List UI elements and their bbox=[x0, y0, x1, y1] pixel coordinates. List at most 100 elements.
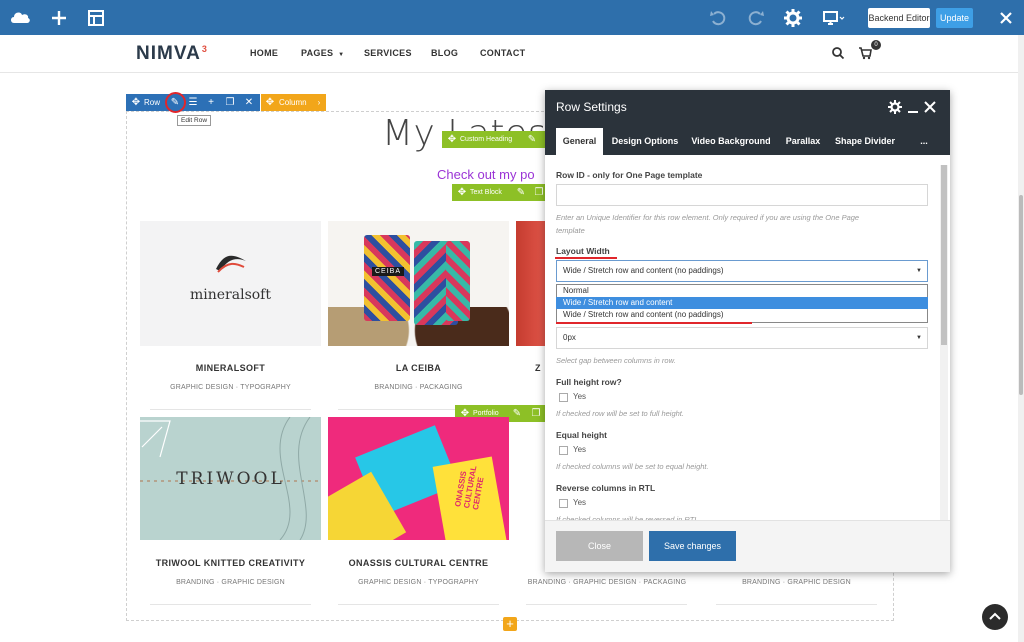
column-label: Column bbox=[279, 98, 307, 107]
custom-heading-label: Custom Heading bbox=[460, 136, 513, 143]
page-scrollbar[interactable] bbox=[1018, 35, 1024, 642]
custom-heading-edit-icon[interactable]: ✎ bbox=[524, 131, 540, 148]
nav-contact[interactable]: CONTACT bbox=[480, 48, 525, 58]
column-controls: ✥ Column › bbox=[261, 94, 326, 111]
modal-scrollbar[interactable] bbox=[940, 165, 948, 520]
row-move-icon[interactable]: ✥ bbox=[128, 94, 144, 111]
triwool-logo-text: TRIWOOL bbox=[176, 469, 285, 489]
add-element-icon[interactable] bbox=[47, 6, 71, 30]
columns-gap-value: 0px bbox=[563, 333, 576, 342]
tab-parallax[interactable]: Parallax bbox=[783, 128, 823, 155]
custom-heading-move-icon[interactable]: ✥ bbox=[444, 131, 460, 148]
portfolio-clone-icon[interactable]: ❐ bbox=[528, 405, 544, 422]
card-divider bbox=[526, 604, 687, 605]
cart-count-badge: 0 bbox=[871, 40, 881, 50]
portfolio-image-mineralsoft[interactable]: mineralsoft bbox=[140, 221, 321, 346]
row-id-help: Enter an Unique Identifier for this row … bbox=[556, 211, 926, 237]
card-divider bbox=[150, 409, 311, 410]
layout-option-normal[interactable]: Normal bbox=[556, 285, 928, 297]
edit-row-highlight-circle bbox=[165, 92, 186, 113]
undo-icon[interactable] bbox=[706, 6, 730, 30]
close-button[interactable]: Close bbox=[556, 531, 643, 561]
templates-icon[interactable] bbox=[84, 6, 108, 30]
portfolio-image-la-ceiba[interactable]: CEIBA bbox=[328, 221, 509, 346]
row-clone-icon[interactable]: ❐ bbox=[222, 94, 238, 111]
modal-settings-gear-icon[interactable] bbox=[887, 99, 903, 120]
column-expand-icon[interactable]: › bbox=[311, 94, 327, 111]
close-editor-icon[interactable] bbox=[994, 6, 1018, 30]
site-logo[interactable]: NIMVA3 bbox=[136, 43, 208, 65]
composer-logo-icon[interactable] bbox=[8, 6, 32, 30]
row-id-help-line2: template bbox=[556, 226, 585, 235]
row-id-help-line1: Enter an Unique Identifier for this row … bbox=[556, 213, 860, 222]
coffee-bag-right bbox=[446, 241, 470, 321]
layout-option-wide-stretch[interactable]: Wide / Stretch row and content bbox=[556, 297, 928, 309]
text-block-move-icon[interactable]: ✥ bbox=[454, 184, 470, 201]
reverse-columns-yes: Yes bbox=[573, 498, 587, 507]
modal-scrollbar-thumb[interactable] bbox=[941, 165, 947, 345]
tab-shape-divider[interactable]: Shape Divider bbox=[832, 128, 898, 155]
card-title-triwool[interactable]: TRIWOOL KNITTED CREATIVITY bbox=[140, 558, 321, 568]
card-title-la-ceiba[interactable]: LA CEIBA bbox=[328, 363, 509, 373]
row-add-icon[interactable]: + bbox=[203, 94, 219, 111]
column-move-icon[interactable]: ✥ bbox=[262, 94, 278, 111]
layout-width-label: Layout Width bbox=[556, 246, 610, 256]
equal-height-yes: Yes bbox=[573, 445, 587, 454]
tab-design-options[interactable]: Design Options bbox=[609, 128, 681, 155]
update-button[interactable]: Update bbox=[936, 8, 973, 28]
card-title-onassis[interactable]: ONASSIS CULTURAL CENTRE bbox=[328, 558, 509, 568]
nav-services[interactable]: SERVICES bbox=[364, 48, 412, 58]
save-changes-button[interactable]: Save changes bbox=[649, 531, 736, 561]
section-subheading: Check out my po bbox=[437, 167, 535, 182]
back-to-top-button[interactable] bbox=[982, 604, 1008, 630]
cart-icon[interactable] bbox=[858, 46, 872, 65]
nav-home[interactable]: HOME bbox=[250, 48, 278, 58]
portfolio-image-onassis[interactable]: ONASSIS CULTURAL CENTRE bbox=[328, 417, 509, 540]
columns-gap-select[interactable]: 0px ▼ bbox=[556, 327, 928, 349]
portfolio-edit-icon[interactable]: ✎ bbox=[509, 405, 525, 422]
equal-height-checkbox[interactable] bbox=[559, 446, 568, 455]
select-caret-icon: ▼ bbox=[916, 268, 922, 274]
select-caret-icon: ▼ bbox=[916, 335, 922, 341]
portfolio-image-third[interactable] bbox=[516, 221, 546, 346]
equal-height-label: Equal height bbox=[556, 430, 607, 440]
tab-general[interactable]: General bbox=[556, 128, 603, 155]
search-icon[interactable] bbox=[831, 46, 845, 65]
full-height-checkbox[interactable] bbox=[559, 393, 568, 402]
editor-toolbar: Backend Editor Update bbox=[0, 0, 1024, 35]
add-row-button[interactable]: + bbox=[503, 617, 517, 631]
backend-editor-button[interactable]: Backend Editor bbox=[868, 8, 930, 28]
layout-option-wide-no-paddings[interactable]: Wide / Stretch row and content (no paddi… bbox=[556, 309, 928, 321]
portfolio-image-triwool[interactable]: TRIWOOL bbox=[140, 417, 321, 540]
card-sub-third-row2: BRANDING · GRAPHIC DESIGN · PACKAGING bbox=[527, 579, 687, 586]
site-logo-sup: 3 bbox=[201, 43, 208, 54]
row-id-input[interactable] bbox=[556, 184, 928, 206]
row-id-label: Row ID - only for One Page template bbox=[556, 170, 703, 180]
card-sub-fourth-row2: BRANDING · GRAPHIC DESIGN bbox=[742, 579, 851, 586]
layout-width-select[interactable]: Wide / Stretch row and content (no paddi… bbox=[556, 260, 928, 282]
page-scrollbar-thumb[interactable] bbox=[1019, 195, 1023, 395]
row-delete-icon[interactable]: ✕ bbox=[241, 94, 257, 111]
ceiba-label: CEIBA bbox=[372, 267, 405, 276]
nav-pages[interactable]: PAGES ▼ bbox=[301, 48, 344, 58]
layout-width-underline bbox=[555, 257, 617, 259]
settings-gear-icon[interactable] bbox=[781, 6, 805, 30]
nav-blog[interactable]: BLOG bbox=[431, 48, 458, 58]
row-layout-icon[interactable]: ☰ bbox=[185, 94, 201, 111]
tab-more[interactable]: ... bbox=[913, 128, 935, 155]
reverse-columns-checkbox[interactable] bbox=[559, 499, 568, 508]
edit-row-tooltip: Edit Row bbox=[177, 115, 212, 126]
row-controls: ✥ Row ✎ ☰ + ❐ ✕ bbox=[126, 94, 260, 111]
tab-video-background[interactable]: Video Background bbox=[690, 128, 772, 155]
card-title-third[interactable]: Z bbox=[535, 363, 545, 373]
modal-close-icon[interactable] bbox=[923, 99, 937, 120]
card-title-mineralsoft[interactable]: MINERALSOFT bbox=[140, 363, 321, 373]
modal-title: Row Settings bbox=[556, 100, 627, 114]
full-height-label: Full height row? bbox=[556, 377, 622, 387]
responsive-preview-icon[interactable] bbox=[820, 6, 846, 30]
text-block-edit-icon[interactable]: ✎ bbox=[513, 184, 529, 201]
card-sub-triwool: BRANDING · GRAPHIC DESIGN bbox=[176, 579, 285, 586]
redo-icon[interactable] bbox=[744, 6, 768, 30]
card-sub-la-ceiba: BRANDING · PACKAGING bbox=[374, 384, 463, 391]
modal-minimize-icon[interactable] bbox=[906, 99, 920, 120]
